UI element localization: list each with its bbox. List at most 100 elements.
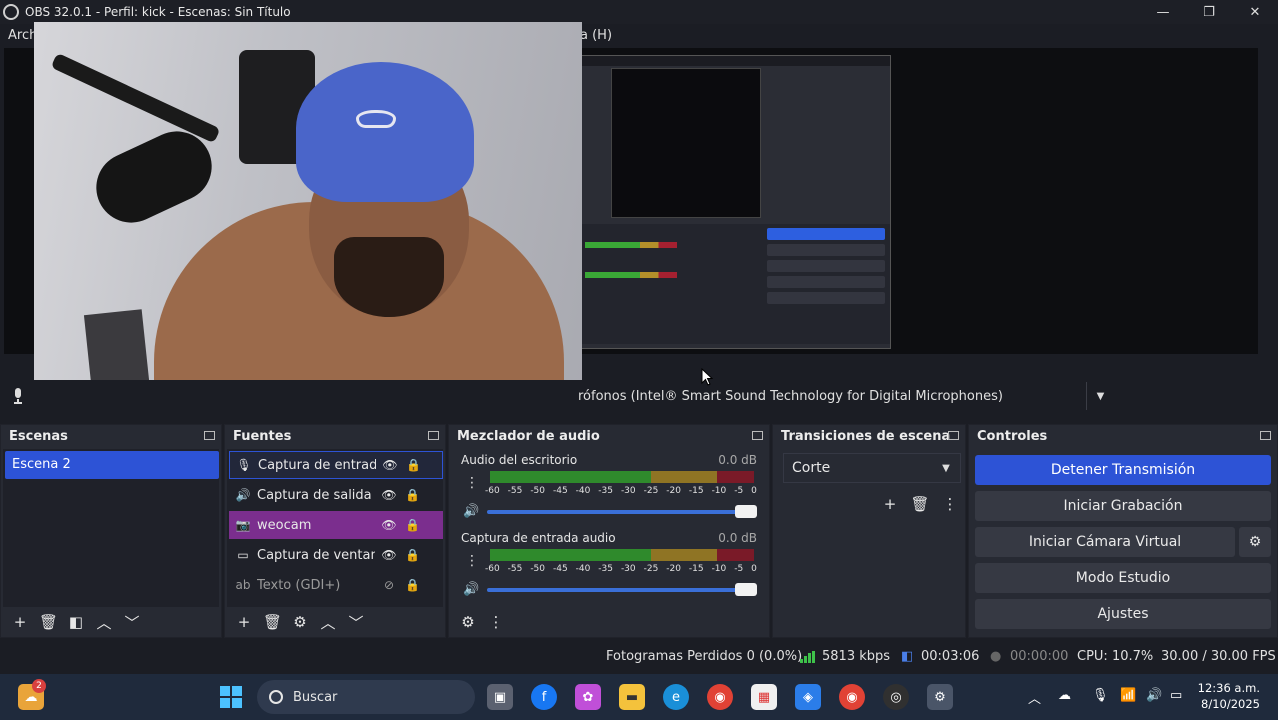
add-source-plus-icon[interactable]: + (235, 613, 253, 631)
obs-taskbar-icon[interactable]: ◎ (883, 684, 909, 710)
show-hidden-icons-chevron-icon[interactable]: ︿ (1028, 688, 1041, 707)
studio-mode-button[interactable]: Modo Estudio (975, 563, 1271, 593)
file-explorer-icon[interactable]: ▬ (619, 684, 645, 710)
dock-float-icon[interactable] (428, 431, 439, 440)
channel-menu-icon[interactable]: ⋮ (465, 475, 479, 491)
scenes-list: Escena 2 (3, 449, 219, 607)
edge-browser-icon[interactable]: e (663, 684, 689, 710)
clock-date: 8/10/2025 (1201, 697, 1260, 711)
chevron-down-icon[interactable]: ▼ (1086, 382, 1114, 410)
windows-start-icon[interactable] (218, 684, 244, 710)
move-down-chevron-icon[interactable]: ﹀ (347, 612, 365, 633)
mixer-channel: Captura de entrada audio 0.0 dB ⋮ -60 -5… (457, 531, 757, 605)
microphone-icon (14, 388, 22, 404)
chrome-icon[interactable]: ◉ (707, 684, 733, 710)
source-item[interactable]: 🔊 Captura de salida d 👁 🔒 (229, 481, 443, 509)
visibility-eye-icon[interactable]: 👁 (382, 458, 398, 472)
volume-slider[interactable] (487, 588, 749, 592)
start-recording-button[interactable]: Iniciar Grabación (975, 491, 1271, 521)
channel-menu-icon[interactable]: ⋮ (465, 553, 479, 569)
facebook-icon[interactable]: f (531, 684, 557, 710)
record-time: 00:00:00 (1010, 649, 1069, 664)
add-transition-plus-icon[interactable]: + (875, 495, 905, 513)
cloud-icon[interactable]: ☁ (1058, 688, 1071, 703)
meter-tick: -25 (643, 486, 659, 496)
copilot-icon[interactable]: ✿ (575, 684, 601, 710)
dock-float-icon[interactable] (752, 431, 763, 440)
lock-icon[interactable]: 🔒 (405, 548, 420, 562)
start-virtual-camera-button[interactable]: Iniciar Cámara Virtual (975, 527, 1235, 557)
visibility-eye-icon[interactable]: 👁 (381, 518, 397, 532)
webcam-person-cap (296, 62, 474, 202)
advanced-audio-gear-icon[interactable]: ⚙ (459, 613, 477, 631)
dock-float-icon[interactable] (1260, 431, 1271, 440)
remove-transition-trash-icon[interactable]: 🗑 (905, 495, 935, 513)
captured-stop-stream-button (767, 228, 885, 240)
visibility-eye-icon[interactable]: 👁 (381, 488, 397, 502)
volume-slider-handle[interactable] (735, 583, 757, 596)
source-properties-gear-icon[interactable]: ⚙ (291, 613, 309, 631)
mixer-dock-title: Mezclador de audio (457, 429, 600, 444)
scene-filters-icon[interactable]: ◧ (67, 613, 85, 631)
hidden-eye-icon[interactable]: ⊘ (381, 578, 397, 592)
move-up-chevron-icon[interactable]: ︿ (319, 612, 337, 633)
source-item[interactable]: ab Texto (GDI+) ⊘ 🔒 (229, 571, 443, 599)
dock-float-icon[interactable] (204, 431, 215, 440)
visibility-eye-icon[interactable]: 👁 (381, 548, 397, 562)
source-item[interactable]: ▭ Captura de ventana 👁 🔒 (229, 541, 443, 569)
transition-select[interactable]: Corte ▼ (783, 453, 961, 483)
menu-item-file[interactable]: Arch (8, 28, 37, 43)
wifi-icon[interactable]: 📶 (1120, 688, 1136, 703)
app-icon[interactable]: ◈ (795, 684, 821, 710)
meter-tick: -45 (552, 564, 568, 574)
minimize-button[interactable]: — (1140, 0, 1186, 24)
volume-meter (490, 549, 754, 561)
taskbar-clock[interactable]: 12:36 a.m. 8/10/2025 (1198, 680, 1260, 712)
lock-icon[interactable]: 🔒 (405, 488, 420, 502)
maximize-button[interactable]: ❐ (1186, 0, 1232, 24)
signal-bars-icon (800, 651, 816, 663)
speaker-icon[interactable]: 🔊 (463, 582, 479, 597)
menu-item-help[interactable]: a (H) (580, 28, 612, 43)
lock-icon[interactable]: 🔒 (405, 518, 420, 532)
microsoft-store-icon[interactable]: ▦ (751, 684, 777, 710)
source-item-label: weocam (257, 517, 312, 533)
speaker-icon[interactable]: 🔊 (463, 504, 479, 519)
mixer-menu-icon[interactable]: ⋮ (487, 613, 505, 631)
volume-tray-icon[interactable]: 🔊 (1146, 688, 1162, 703)
task-view-icon[interactable]: ▣ (487, 684, 513, 710)
audio-device-select[interactable]: rófonos (Intel® Smart Sound Technology f… (572, 382, 1114, 410)
move-up-chevron-icon[interactable]: ︿ (95, 612, 113, 633)
add-scene-plus-icon[interactable]: + (11, 613, 29, 631)
stop-stream-button[interactable]: Detener Transmisión (975, 455, 1271, 485)
virtual-camera-gear-icon[interactable]: ⚙ (1239, 527, 1271, 557)
scene-item[interactable]: Escena 2 (5, 451, 219, 479)
chevron-down-icon[interactable]: ▼ (932, 454, 960, 482)
meter-tick: -30 (620, 564, 636, 574)
lock-icon[interactable]: 🔒 (405, 578, 420, 592)
settings-taskbar-icon[interactable]: ⚙ (927, 684, 953, 710)
taskbar-search[interactable]: Buscar (257, 680, 475, 714)
window-title: OBS 32.0.1 - Perfil: kick - Escenas: Sin… (25, 5, 291, 19)
settings-button[interactable]: Ajustes (975, 599, 1271, 629)
dock-float-icon[interactable] (948, 431, 959, 440)
source-item[interactable]: 📷 weocam 👁 🔒 (229, 511, 443, 539)
bitrate-status: 5813 kbps (822, 649, 891, 664)
microphone-tray-icon[interactable]: 🎙 (1092, 688, 1109, 703)
transition-menu-icon[interactable]: ⋮ (935, 495, 965, 513)
chrome-profile-icon[interactable]: ◉ (839, 684, 865, 710)
volume-slider[interactable] (487, 510, 749, 514)
meter-tick: -60 (485, 486, 500, 496)
volume-slider-handle[interactable] (735, 505, 757, 518)
battery-icon[interactable]: ▭ (1170, 688, 1182, 703)
webcam-person-beard (334, 237, 444, 317)
close-button[interactable]: ✕ (1232, 0, 1278, 24)
meter-tick: -20 (666, 486, 681, 496)
move-down-chevron-icon[interactable]: ﹀ (123, 612, 141, 633)
lock-icon[interactable]: 🔒 (406, 458, 421, 472)
webcam-cap-logo (356, 110, 396, 128)
remove-source-trash-icon[interactable]: 🗑 (263, 613, 282, 631)
remove-scene-trash-icon[interactable]: 🗑 (39, 613, 58, 631)
meter-tick: -15 (688, 564, 704, 574)
source-item[interactable]: 🎙 Captura de entrada 👁 🔒 (229, 451, 443, 479)
